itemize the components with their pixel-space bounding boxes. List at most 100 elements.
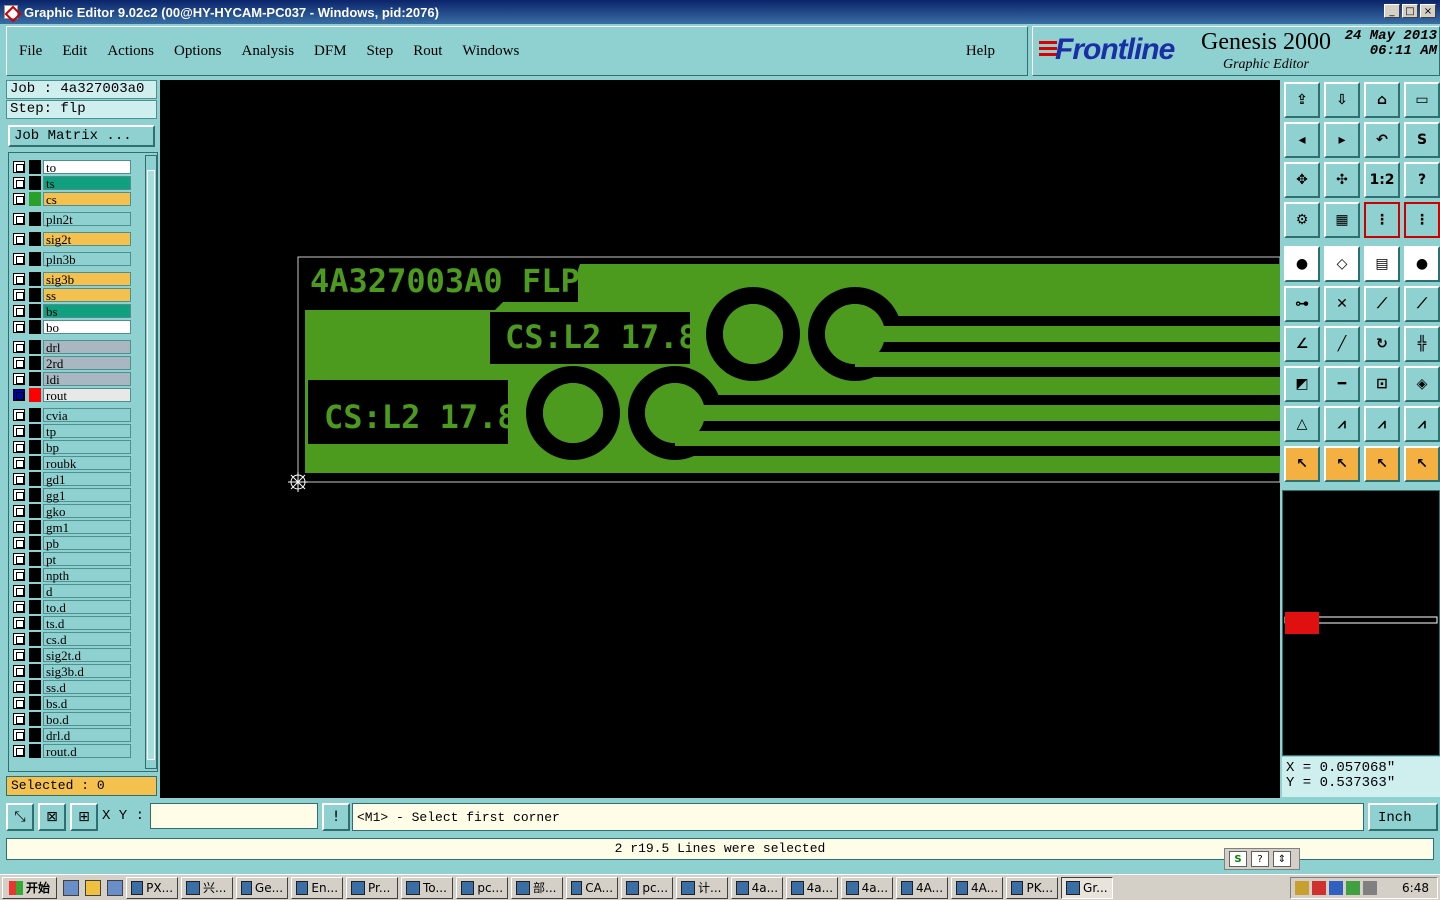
layer-color-swatch[interactable] xyxy=(29,175,41,190)
layer-row-drl.d[interactable]: drl.d xyxy=(11,727,131,742)
layer-name[interactable]: ss.d xyxy=(43,679,131,694)
layer-checkbox[interactable] xyxy=(13,440,25,453)
layer-color-swatch[interactable] xyxy=(29,287,41,302)
taskbar-button[interactable]: En... xyxy=(291,876,344,899)
quicklaunch-clock-icon[interactable] xyxy=(85,879,102,896)
layer-name[interactable]: ts.d xyxy=(43,615,131,630)
layer-name[interactable]: bs.d xyxy=(43,695,131,710)
layer-checkbox[interactable] xyxy=(13,680,25,693)
layer-checkbox[interactable] xyxy=(13,252,25,265)
layer-row-cvia[interactable]: cvia xyxy=(11,407,131,422)
layer-checkbox[interactable] xyxy=(13,584,25,597)
layer-checkbox[interactable] xyxy=(13,408,25,421)
layer-row-cs[interactable]: cs xyxy=(11,191,131,206)
layer-row-to.d[interactable]: to.d xyxy=(11,599,131,614)
layer-color-swatch[interactable] xyxy=(29,711,41,726)
tray-icon-1[interactable] xyxy=(1295,881,1309,895)
start-button[interactable]: 开始 xyxy=(2,876,58,899)
layer-checkbox[interactable] xyxy=(13,372,25,385)
snap-red-icon[interactable]: ⋮ xyxy=(1364,202,1400,238)
layer-checkbox[interactable] xyxy=(13,456,25,469)
layer-checkbox[interactable] xyxy=(13,356,25,369)
taskbar-button[interactable]: Ge... xyxy=(236,876,289,899)
layer-name[interactable]: cs xyxy=(43,191,131,206)
layer-color-swatch[interactable] xyxy=(29,339,41,354)
layer-name[interactable]: rout.d xyxy=(43,743,131,758)
menu-file[interactable]: File xyxy=(19,43,42,60)
menu-edit[interactable]: Edit xyxy=(62,43,87,60)
layer-name[interactable]: bo.d xyxy=(43,711,131,726)
select-pointer-icon[interactable]: ↖ xyxy=(1284,446,1320,482)
measure-icon[interactable]: ⊡ xyxy=(1364,366,1400,402)
layer-row-to[interactable]: to xyxy=(11,159,131,174)
layer-name[interactable]: pln2t xyxy=(43,211,131,226)
layer-row-gko[interactable]: gko xyxy=(11,503,131,518)
move-pad-icon[interactable]: ◩ xyxy=(1284,366,1320,402)
feature-surface-icon[interactable]: ◇ xyxy=(1324,246,1360,282)
layer-color-swatch[interactable] xyxy=(29,695,41,710)
graphic-canvas[interactable]: 4A327003A0 FLP CS:L2 17.8 CS:L2 17.8 xyxy=(160,80,1281,798)
layer-row-pln2t[interactable]: pln2t xyxy=(11,211,131,226)
layer-name[interactable]: bs xyxy=(43,303,131,318)
arrow-up3-icon[interactable]: ⩘ xyxy=(1404,406,1440,442)
layer-row-tp[interactable]: tp xyxy=(11,423,131,438)
job-matrix-button[interactable]: Job Matrix ... xyxy=(8,125,155,147)
delete-node-icon[interactable]: ✕ xyxy=(1324,286,1360,322)
layer-color-swatch[interactable] xyxy=(29,599,41,614)
layer-color-swatch[interactable] xyxy=(29,191,41,206)
quicklaunch-desktop-icon[interactable] xyxy=(63,879,80,896)
layer-name[interactable]: bo xyxy=(43,319,131,334)
circle-icon[interactable]: ● xyxy=(1404,246,1440,282)
layer-color-swatch[interactable] xyxy=(29,519,41,534)
alert-icon[interactable]: ! xyxy=(322,803,350,831)
taskbar-button[interactable]: 计... xyxy=(676,876,729,899)
home-icon[interactable]: ⌂ xyxy=(1364,82,1400,118)
layer-name[interactable]: rout xyxy=(43,387,131,402)
layer-checkbox[interactable] xyxy=(13,472,25,485)
layer-color-swatch[interactable] xyxy=(29,487,41,502)
layer-color-swatch[interactable] xyxy=(29,271,41,286)
layer-checkbox[interactable] xyxy=(13,176,25,189)
layer-color-swatch[interactable] xyxy=(29,455,41,470)
layer-name[interactable]: roubk xyxy=(43,455,131,470)
layer-name[interactable]: pln3b xyxy=(43,251,131,266)
layer-checkbox[interactable] xyxy=(13,192,25,205)
redo-icon[interactable]: S xyxy=(1404,122,1440,158)
layer-checkbox[interactable] xyxy=(13,212,25,225)
layer-row-pt[interactable]: pt xyxy=(11,551,131,566)
units-selector[interactable]: Inch xyxy=(1368,803,1438,831)
overview-map[interactable] xyxy=(1282,490,1440,756)
layer-checkbox[interactable] xyxy=(13,728,25,741)
arrow-up-icon[interactable]: ⩘ xyxy=(1324,406,1360,442)
layer-color-swatch[interactable] xyxy=(29,535,41,550)
layer-row-sig2t.d[interactable]: sig2t.d xyxy=(11,647,131,662)
layer-color-swatch[interactable] xyxy=(29,387,41,402)
layer-row-cs.d[interactable]: cs.d xyxy=(11,631,131,646)
layer-row-gm1[interactable]: gm1 xyxy=(11,519,131,534)
layer-color-swatch[interactable] xyxy=(29,743,41,758)
close-button[interactable]: × xyxy=(1420,4,1436,18)
layer-name[interactable]: gd1 xyxy=(43,471,131,486)
layer-checkbox[interactable] xyxy=(13,388,25,401)
layer-name[interactable]: npth xyxy=(43,567,131,582)
arc-icon[interactable]: ↻ xyxy=(1364,326,1400,362)
layer-checkbox[interactable] xyxy=(13,488,25,501)
pan-right-icon[interactable]: ▸ xyxy=(1324,122,1360,158)
move-node-icon[interactable]: ⟋ xyxy=(1404,286,1440,322)
layer-name[interactable]: gg1 xyxy=(43,487,131,502)
layer-checkbox[interactable] xyxy=(13,616,25,629)
menu-help[interactable]: Help xyxy=(966,43,995,60)
zoom-fit-icon[interactable]: ✥ xyxy=(1284,162,1320,198)
select-rotate-icon[interactable]: ↖ xyxy=(1364,446,1400,482)
layer-row-gd1[interactable]: gd1 xyxy=(11,471,131,486)
feature-pad-icon[interactable]: ● xyxy=(1284,246,1320,282)
layer-color-swatch[interactable] xyxy=(29,159,41,174)
taskbar-button[interactable]: 4a... xyxy=(786,876,839,899)
menu-rout[interactable]: Rout xyxy=(413,43,442,60)
layer-checkbox[interactable] xyxy=(13,288,25,301)
grid-icon[interactable]: ▦ xyxy=(1324,202,1360,238)
help-icon[interactable]: ? xyxy=(1404,162,1440,198)
quicklaunch-browser-icon[interactable] xyxy=(107,879,124,896)
tray-icon-5[interactable] xyxy=(1363,881,1377,895)
settings-icon[interactable]: ⚙ xyxy=(1284,202,1320,238)
